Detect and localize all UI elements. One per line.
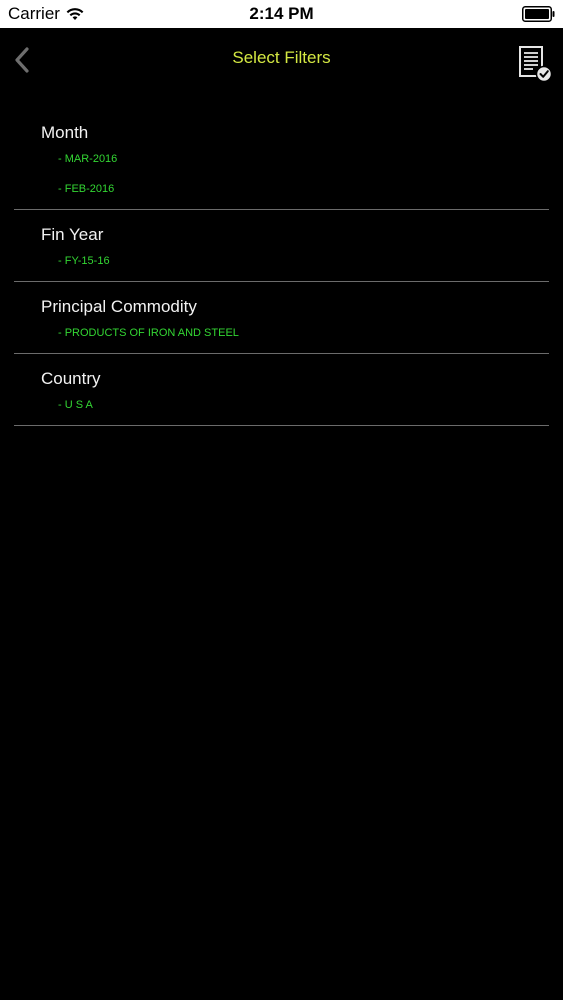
filter-value: - MAR-2016 — [58, 153, 118, 165]
page-title: Select Filters — [232, 48, 331, 67]
filter-title: Principal Commodity — [41, 297, 197, 316]
filter-section-fin-year[interactable]: Fin Year - FY-15-16 — [14, 210, 549, 282]
apply-filters-button[interactable] — [517, 44, 553, 84]
filter-title: Fin Year — [41, 225, 104, 244]
filter-value: - FY-15-16 — [58, 255, 110, 267]
screen: Carrier 2:14 PM Select Filters Month - M… — [0, 0, 563, 1000]
document-check-icon — [519, 46, 553, 83]
filter-value: - FEB-2016 — [58, 183, 115, 195]
filters-list: Month - MAR-2016 - FEB-2016 Fin Year - F… — [14, 108, 549, 426]
filter-title: Country — [41, 369, 101, 388]
status-bar: Carrier 2:14 PM — [0, 0, 563, 28]
filter-section-principal-commodity[interactable]: Principal Commodity - PRODUCTS OF IRON A… — [14, 282, 549, 354]
filter-value: - U S A — [58, 399, 93, 411]
filter-section-country[interactable]: Country - U S A — [14, 354, 549, 426]
filter-title: Month — [41, 123, 89, 142]
status-time: 2:14 PM — [249, 4, 314, 23]
navigation-bar: Select Filters — [0, 28, 563, 92]
filter-value: - PRODUCTS OF IRON AND STEEL — [58, 327, 239, 339]
battery-icon — [522, 6, 555, 22]
filter-section-month[interactable]: Month - MAR-2016 - FEB-2016 — [14, 108, 549, 210]
